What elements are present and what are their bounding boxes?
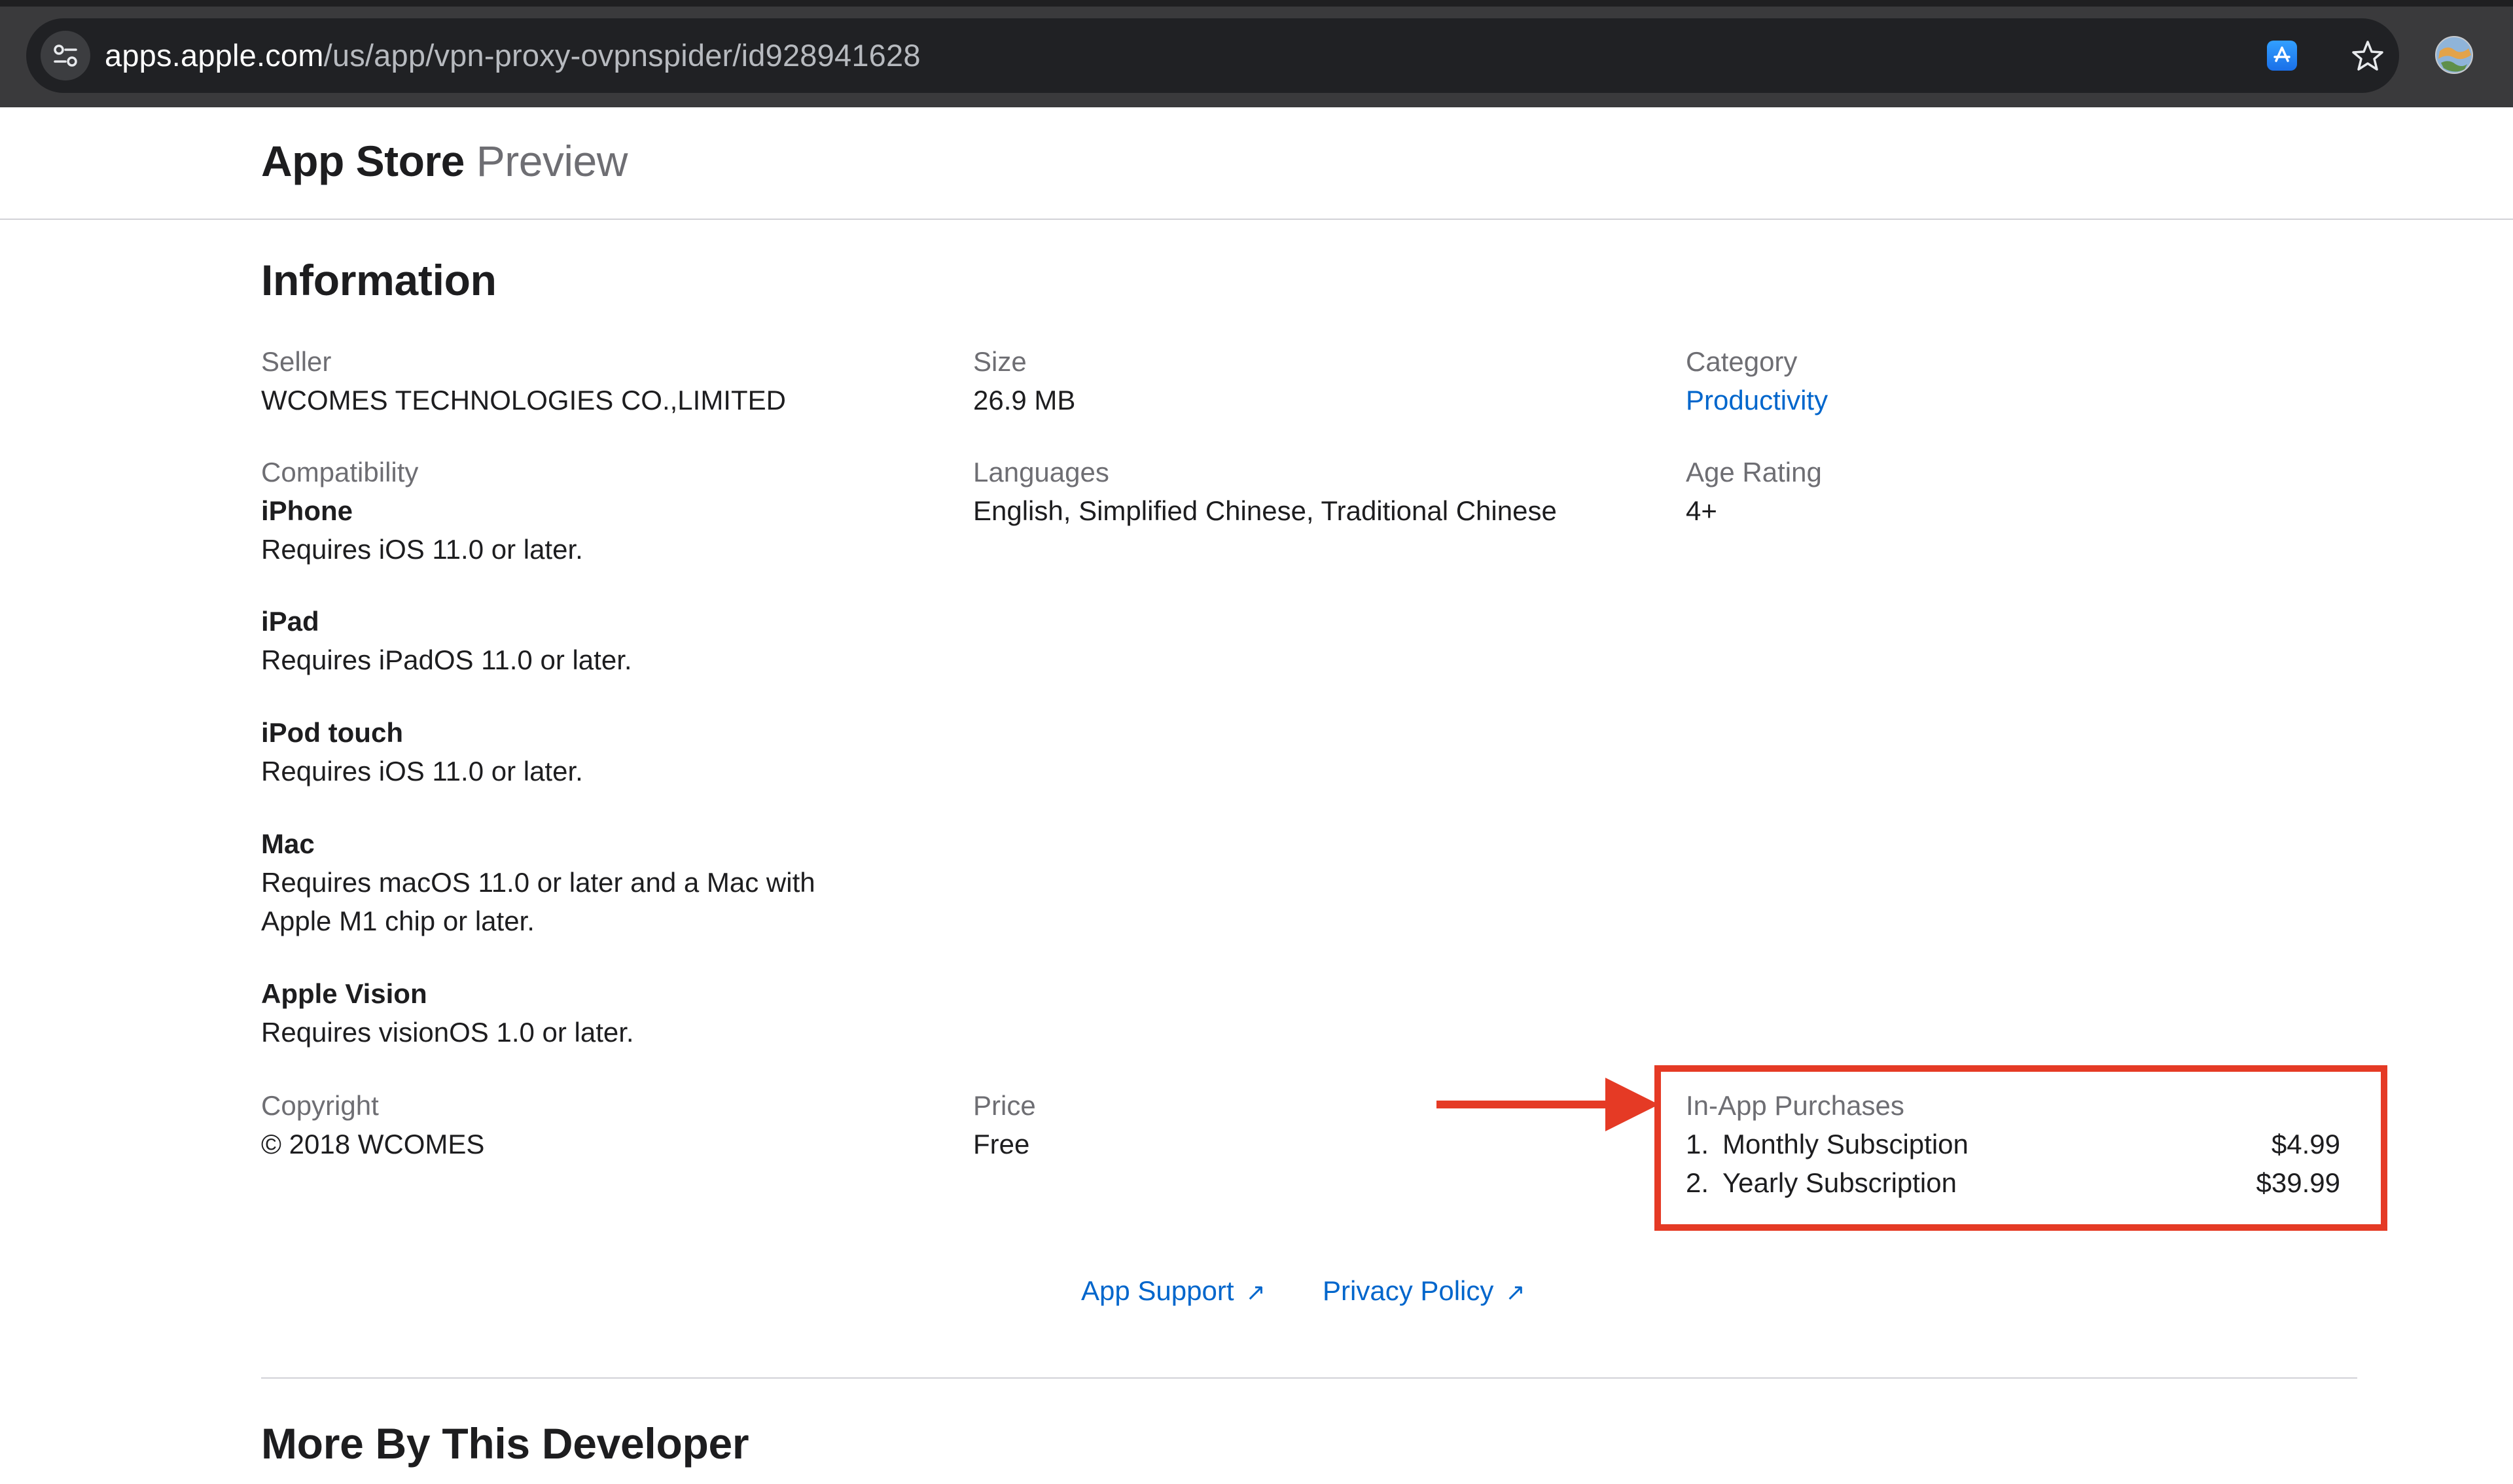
- url-text[interactable]: apps.apple.com/us/app/vpn-proxy-ovpnspid…: [105, 18, 921, 93]
- more-by-developer-heading: More By This Developer: [261, 1419, 749, 1468]
- browser-toolbar: apps.apple.com/us/app/vpn-proxy-ovpnspid…: [0, 0, 2513, 107]
- profile-avatar-icon[interactable]: [2434, 35, 2474, 75]
- external-link-icon: ↗: [1245, 1279, 1266, 1305]
- app-store-preview-logo[interactable]: App Store Preview: [261, 136, 628, 186]
- annotation-arrow-icon: [1436, 1078, 1659, 1131]
- privacy-policy-link[interactable]: Privacy Policy ↗: [1323, 1271, 1525, 1312]
- information-heading: Information: [261, 256, 497, 304]
- section-divider: [261, 1377, 2357, 1379]
- app-support-link[interactable]: App Support ↗: [1081, 1271, 1266, 1312]
- copyright-value: © 2018 WCOMES: [261, 1129, 485, 1159]
- device-mac-requirement: Requires macOS 11.0 or later and a Mac w…: [261, 867, 815, 898]
- app-support-label: App Support: [1081, 1275, 1234, 1306]
- address-bar[interactable]: apps.apple.com/us/app/vpn-proxy-ovpnspid…: [26, 18, 2399, 93]
- url-path: /us/app/vpn-proxy-ovpnspider/id928941628: [323, 38, 921, 73]
- logo-preview: Preview: [476, 137, 628, 185]
- device-mac-name: Mac: [261, 828, 315, 859]
- languages-value: English, Simplified Chinese, Traditional…: [973, 495, 1557, 526]
- copyright-label: Copyright: [261, 1090, 379, 1121]
- bookmark-star-icon[interactable]: [2348, 36, 2387, 75]
- device-iphone-requirement: Requires iOS 11.0 or later.: [261, 534, 583, 565]
- price-label: Price: [973, 1090, 1036, 1121]
- category-label: Category: [1686, 346, 1798, 377]
- device-mac-requirement-line2: Apple M1 chip or later.: [261, 906, 535, 936]
- device-ipod-requirement: Requires iOS 11.0 or later.: [261, 756, 583, 786]
- seller-label: Seller: [261, 346, 332, 377]
- size-label: Size: [973, 346, 1027, 377]
- url-host: apps.apple.com: [105, 38, 324, 73]
- compatibility-label: Compatibility: [261, 457, 419, 487]
- device-vision-name: Apple Vision: [261, 978, 427, 1009]
- external-link-icon: ↗: [1505, 1279, 1525, 1305]
- size-value: 26.9 MB: [973, 385, 1076, 415]
- device-vision-requirement: Requires visionOS 1.0 or later.: [261, 1017, 634, 1048]
- tab-strip-edge: [0, 0, 2513, 7]
- device-iphone-name: iPhone: [261, 495, 353, 526]
- privacy-policy-label: Privacy Policy: [1323, 1275, 1494, 1306]
- highlight-annotation-box: [1654, 1065, 2387, 1231]
- device-ipad-requirement: Requires iPadOS 11.0 or later.: [261, 645, 632, 675]
- app-store-extension-icon[interactable]: [2267, 41, 2297, 71]
- age-rating-value: 4+: [1686, 495, 1717, 526]
- developer-links: App Support ↗ Privacy Policy ↗: [0, 1271, 2513, 1311]
- seller-value: WCOMES TECHNOLOGIES CO.,LIMITED: [261, 385, 786, 415]
- site-settings-icon[interactable]: [41, 31, 90, 80]
- price-value: Free: [973, 1129, 1030, 1159]
- logo-app-store: App Store: [261, 137, 465, 185]
- category-link[interactable]: Productivity: [1686, 381, 1828, 419]
- app-store-header: App Store Preview: [0, 107, 2513, 220]
- device-ipad-name: iPad: [261, 606, 319, 637]
- age-rating-label: Age Rating: [1686, 457, 1822, 487]
- device-ipod-name: iPod touch: [261, 717, 403, 748]
- languages-label: Languages: [973, 457, 1109, 487]
